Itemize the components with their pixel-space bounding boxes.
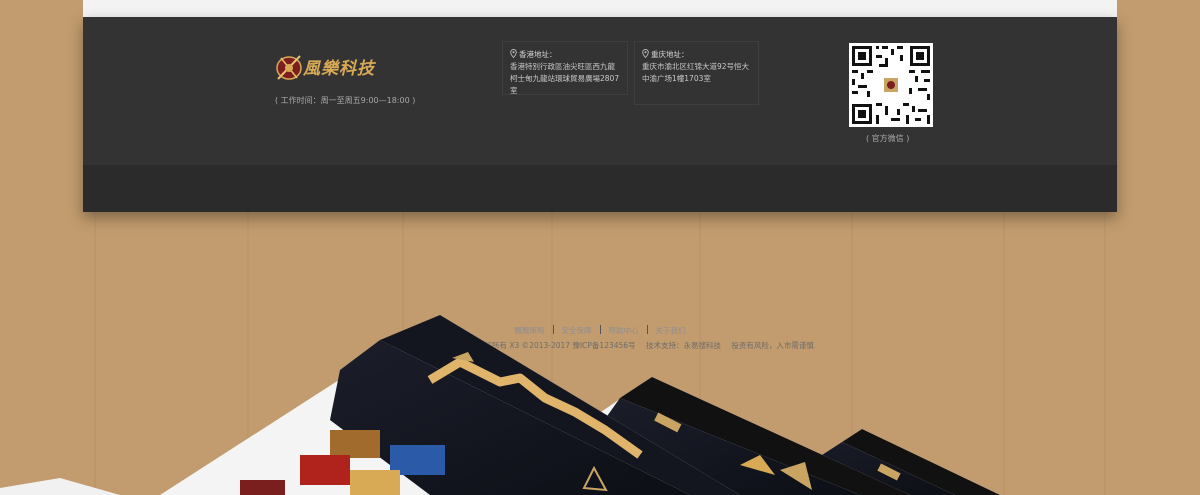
mockup-edge-strip [0,478,120,495]
website-preview-mockups [0,315,1000,495]
